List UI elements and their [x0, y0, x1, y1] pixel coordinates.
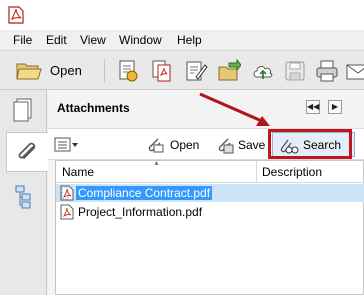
open-attachment-label: Open — [170, 138, 200, 152]
upload-cloud-icon[interactable] — [251, 59, 275, 83]
collapse-panel-icon[interactable]: ◀◀ — [306, 100, 320, 114]
page-thumbnails-icon[interactable] — [6, 94, 40, 126]
column-description[interactable]: Description — [262, 165, 322, 179]
list-column-header: Name ▲ Description — [56, 160, 364, 183]
toolbar-separator — [104, 59, 105, 83]
options-menu-icon — [54, 137, 78, 152]
paperclip-open-icon — [148, 138, 164, 153]
open-button[interactable]: Open — [10, 58, 88, 84]
acrobat-app-icon[interactable] — [8, 6, 24, 24]
annotation-highlight-box — [268, 129, 352, 159]
print-icon[interactable] — [315, 59, 339, 83]
sort-ascending-icon: ▲ — [153, 160, 160, 167]
pdf-file-icon — [60, 204, 74, 220]
edit-icon[interactable] — [184, 59, 208, 83]
attachments-nav-button[interactable] — [6, 132, 48, 172]
title-bar — [0, 0, 364, 30]
file-name: Compliance Contract.pdf — [76, 186, 213, 200]
panel-title: Attachments — [57, 101, 130, 115]
export-icon[interactable] — [217, 59, 241, 83]
create-pdf-icon[interactable] — [116, 59, 140, 83]
main-toolbar: Open — [0, 50, 364, 90]
file-name: Project_Information.pdf — [78, 205, 203, 219]
save-attachment-label: Save — [238, 138, 266, 152]
list-item[interactable]: Project_Information.pdf — [56, 203, 364, 221]
menu-file[interactable]: File — [13, 33, 32, 47]
column-name[interactable]: Name — [62, 165, 94, 179]
pdf-file-icon — [60, 185, 74, 201]
attachments-list[interactable]: Name ▲ Description Compliance Contract.p… — [55, 160, 364, 295]
save-icon[interactable] — [283, 59, 307, 83]
navigation-pane — [0, 90, 48, 295]
email-icon[interactable] — [346, 59, 364, 83]
combine-files-icon[interactable] — [150, 59, 174, 83]
menu-help[interactable]: Help — [177, 33, 202, 47]
open-button-label: Open — [50, 63, 82, 78]
list-item[interactable]: Compliance Contract.pdf — [56, 184, 364, 202]
menu-window[interactable]: Window — [119, 33, 162, 47]
options-menu-button[interactable] — [54, 133, 80, 157]
menu-edit[interactable]: Edit — [46, 33, 67, 47]
panel-expand-icon[interactable]: ▶ — [328, 100, 342, 114]
layers-icon[interactable] — [6, 180, 40, 212]
column-divider[interactable] — [256, 161, 257, 183]
menu-view[interactable]: View — [80, 33, 106, 47]
paperclip-icon — [18, 142, 36, 159]
menu-bar: File Edit View Window Help — [0, 30, 364, 50]
folder-open-icon — [16, 63, 42, 80]
paperclip-save-icon — [218, 138, 234, 154]
